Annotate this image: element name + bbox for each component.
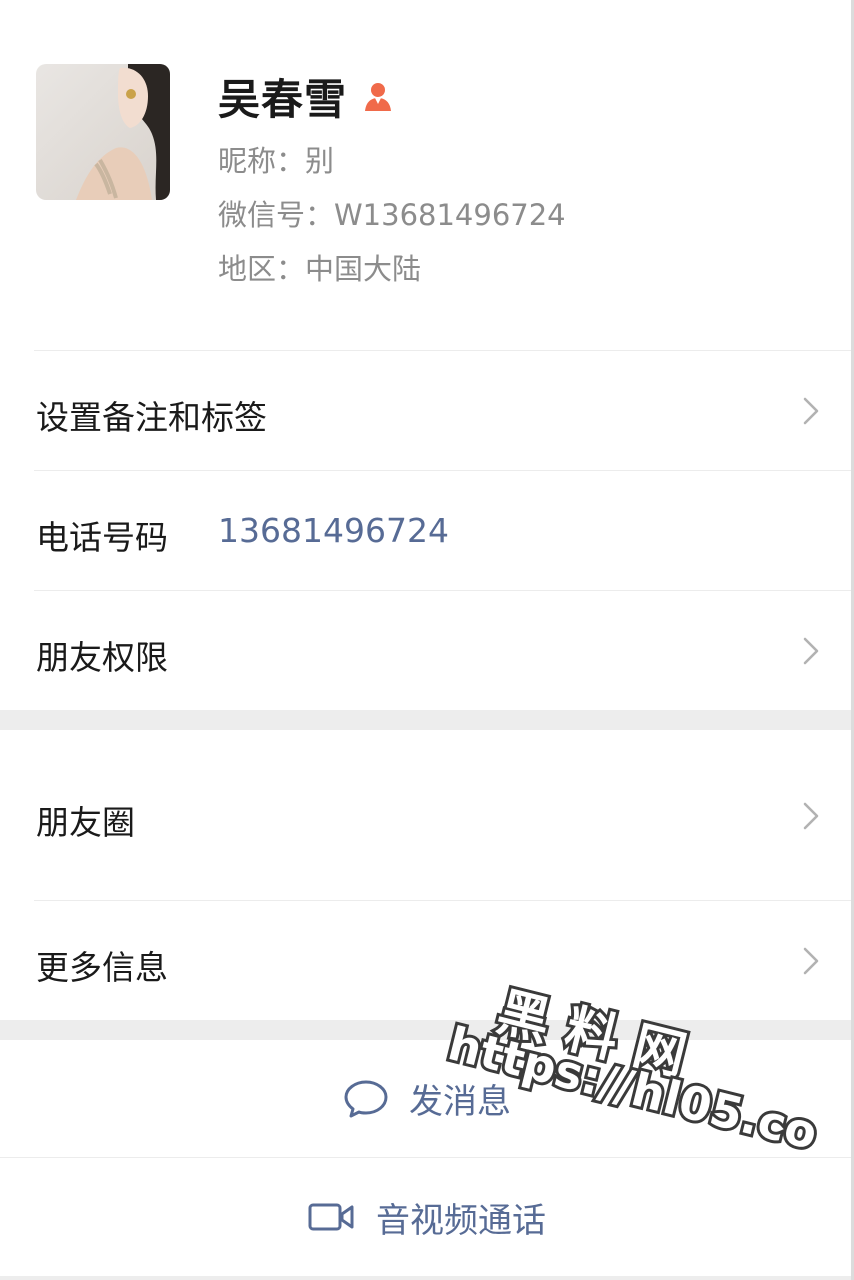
region-text: 地区：中国大陆 — [218, 252, 422, 286]
nickname-text: 昵称：别 — [218, 144, 335, 178]
female-person-icon — [361, 79, 395, 113]
phone-label: 电话号码 — [36, 518, 168, 557]
wechat-id-text: 微信号：W13681496724 — [218, 198, 566, 232]
more-info-row[interactable]: 更多信息 — [0, 901, 854, 1020]
moments-row[interactable]: 朋友圈 — [0, 730, 854, 900]
chevron-right-icon — [803, 397, 819, 425]
remark-tags-row[interactable]: 设置备注和标签 — [0, 351, 854, 470]
moments-label: 朋友圈 — [36, 803, 135, 842]
contact-name: 吴春雪 — [218, 74, 348, 124]
bottom-edge — [0, 1276, 854, 1280]
more-info-label: 更多信息 — [36, 948, 168, 987]
chevron-right-icon — [803, 637, 819, 665]
avatar[interactable] — [36, 64, 170, 200]
phone-number-link[interactable]: 13681496724 — [218, 511, 449, 550]
name-row: 吴春雪 — [218, 66, 395, 126]
chevron-right-icon — [803, 802, 819, 830]
profile-header: 吴春雪 昵称：别 微信号：W13681496724 地区：中国大陆 — [0, 0, 854, 350]
chat-bubble-icon — [344, 1080, 388, 1117]
phone-row: 电话号码 13681496724 — [0, 471, 854, 590]
avatar-image — [36, 64, 170, 200]
video-call-label: 音视频通话 — [376, 1200, 546, 1241]
video-camera-icon — [308, 1203, 354, 1231]
chevron-right-icon — [803, 947, 819, 975]
friend-permissions-row[interactable]: 朋友权限 — [0, 591, 854, 710]
remark-tags-label: 设置备注和标签 — [36, 398, 267, 437]
friend-permissions-label: 朋友权限 — [36, 638, 168, 677]
section-separator — [0, 710, 854, 730]
